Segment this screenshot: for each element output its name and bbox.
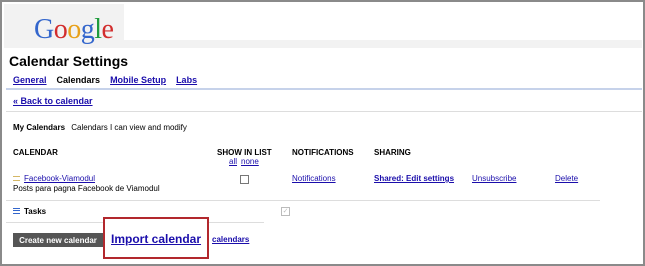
delete-link[interactable]: Delete [555,174,578,183]
logo-letter-l: l [94,14,102,45]
show-all-link[interactable]: all [229,157,237,166]
settings-tabs: General Calendars Mobile Setup Labs [13,75,197,85]
create-new-calendar-button[interactable]: Create new calendar [13,233,103,247]
logo-letter-o2: o [67,14,81,45]
tasks-label: Tasks [24,207,47,216]
show-in-list-checkbox[interactable] [240,175,249,184]
google-logo[interactable]: Google [34,14,114,46]
tab-labs[interactable]: Labs [176,75,197,85]
sharing-edit-link[interactable]: Shared: Edit settings [374,174,454,183]
my-calendars-title: My Calendars [13,123,66,132]
import-calendar-link[interactable]: Import calendar [111,232,201,246]
unsubscribe-link[interactable]: Unsubscribe [472,174,516,183]
column-header-calendar: CALENDAR [13,148,58,157]
column-header-notifications: NOTIFICATIONS [292,148,354,157]
logo-letter-g: G [34,14,54,45]
notifications-link[interactable]: Notifications [292,174,336,183]
calendars-link[interactable]: calendars [212,235,249,244]
header-logo-area: Google [4,4,124,48]
my-calendars-heading: My Calendars Calendars I can view and mo… [13,123,187,132]
page-title: Calendar Settings [9,53,129,69]
logo-letter-g2: g [80,14,95,45]
tab-mobile-setup[interactable]: Mobile Setup [110,75,166,85]
calendar-color-icon[interactable] [13,176,20,181]
row-divider [6,200,600,201]
my-calendars-subtitle: Calendars I can view and modify [71,123,187,132]
tabs-divider [6,88,642,90]
logo-letter-o1: o [53,14,68,45]
column-header-sharing: SHARING [374,148,411,157]
calendar-description: Posts para pagna Facebook de Viamodul [13,184,160,193]
header-bar [124,40,642,48]
section-divider [6,111,642,112]
calendar-name-link[interactable]: Facebook-Viamodul [24,174,95,183]
tab-general[interactable]: General [13,75,47,85]
logo-letter-e: e [101,14,114,45]
tasks-show-checkbox[interactable]: ✓ [281,207,290,216]
show-none-link[interactable]: none [241,157,259,166]
column-header-show-in-list: SHOW IN LIST [217,148,272,157]
back-to-calendar-link[interactable]: « Back to calendar [13,96,93,106]
tab-calendars[interactable]: Calendars [57,75,101,85]
tasks-icon [13,208,20,214]
import-highlight-box: Import calendar [103,217,209,259]
